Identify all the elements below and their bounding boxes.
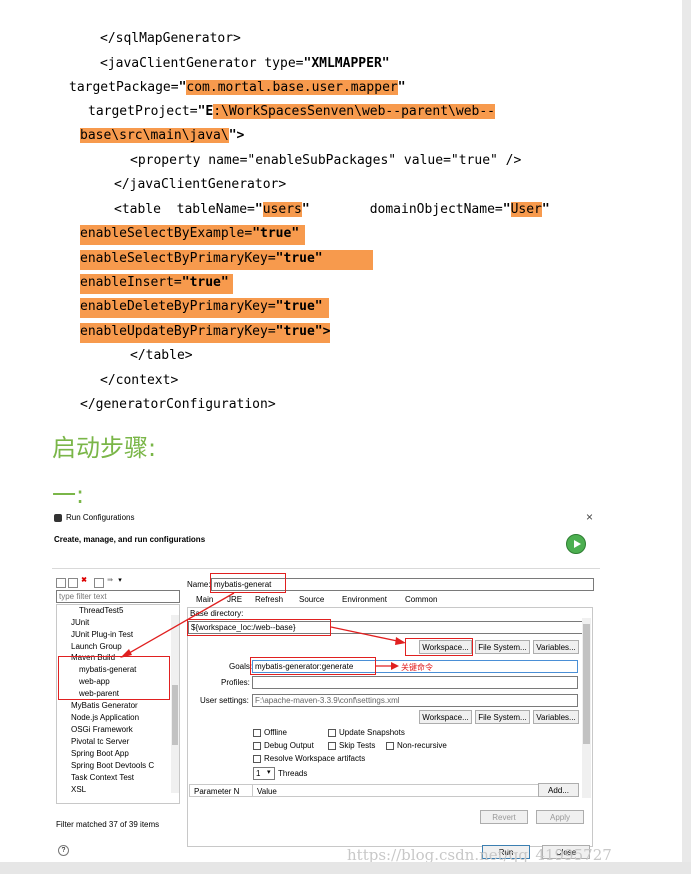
code-line: </context> — [100, 373, 179, 388]
step-heading: 一: — [52, 481, 85, 509]
code-line: </table> — [130, 348, 193, 363]
code-line: targetPackage="com.mortal.base.user.mapp… — [69, 80, 406, 95]
code-line: enableInsert="true" — [80, 274, 233, 294]
code-line: <table tableName="users" domainObjectName… — [114, 202, 550, 217]
vertical-scrollbar[interactable] — [682, 0, 691, 874]
code-listing: </sqlMapGenerator> <javaClientGenerator … — [0, 0, 691, 425]
arrow-dir-to-workspace — [330, 626, 403, 643]
code-line: <javaClientGenerator type="XMLMAPPER" — [100, 56, 390, 71]
code-line: enableSelectByExample="true" — [80, 225, 306, 245]
code-line: targetProject="E:\WorkSpacesSenven\web--… — [88, 104, 495, 119]
code-line: <property name="enableSubPackages" value… — [130, 153, 522, 168]
section-heading: 启动步骤: — [52, 434, 157, 462]
code-line: </sqlMapGenerator> — [100, 31, 241, 46]
code-line: enableSelectByPrimaryKey="true" — [80, 250, 373, 270]
arrow-name-to-tree — [123, 592, 235, 657]
run-configurations-dialog: Run Configurations × Create, manage, and… — [52, 508, 600, 863]
code-line: enableDeleteByPrimaryKey="true" — [80, 298, 329, 318]
code-line: </javaClientGenerator> — [114, 177, 287, 192]
annotation-arrows — [120, 592, 406, 670]
code-line: base\src\main\java\"> — [80, 128, 245, 143]
code-line: enableUpdateByPrimaryKey="true"> — [80, 323, 331, 343]
code-line: </generatorConfiguration> — [80, 397, 276, 412]
horizontal-scrollbar[interactable] — [0, 862, 691, 874]
